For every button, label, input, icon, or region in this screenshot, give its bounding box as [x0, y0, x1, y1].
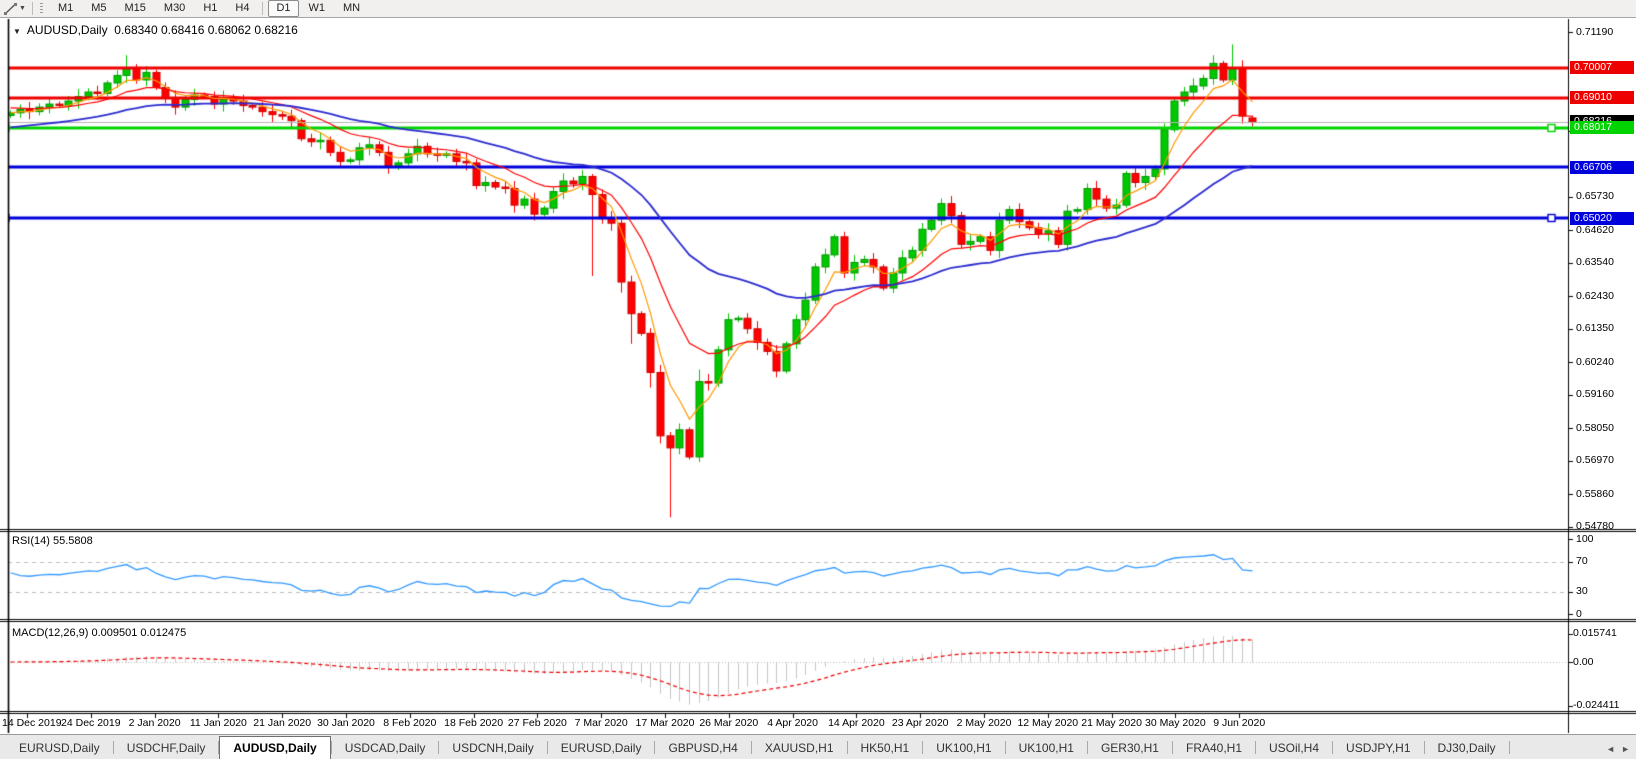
date-axis-label: 27 Feb 2020 — [508, 717, 567, 729]
price-axis-tick: 0.62430 — [1576, 290, 1614, 303]
timeframe-button-w1[interactable]: W1 — [301, 0, 334, 17]
chart-tab-eurusd-daily[interactable]: EURUSD,Daily — [548, 738, 655, 758]
date-axis-label: 8 Feb 2020 — [383, 717, 436, 729]
timeframe-button-m5[interactable]: M5 — [83, 0, 114, 17]
chart-tab-usdchf-daily[interactable]: USDCHF,Daily — [114, 738, 219, 758]
draw-tool-icon[interactable] — [3, 2, 18, 16]
date-axis-label: 14 Dec 2019 — [2, 717, 62, 729]
date-axis-label: 9 Jun 2020 — [1213, 717, 1265, 729]
price-axis-tick: 0.61350 — [1576, 322, 1614, 335]
toolbar-dropdown-caret[interactable]: ▼ — [19, 5, 26, 12]
chart-tab-ger30-h1[interactable]: GER30,H1 — [1088, 738, 1172, 758]
macd-axis-tick: 0.015741 — [1573, 627, 1617, 640]
hline-price-label: 0.65020 — [1570, 212, 1634, 225]
chart-tab-usdcad-daily[interactable]: USDCAD,Daily — [332, 738, 439, 758]
macd-axis-tick: -0.024411 — [1573, 699, 1620, 712]
price-axis-tick: 0.63540 — [1576, 256, 1614, 269]
date-axis-label: 12 May 2020 — [1017, 717, 1078, 729]
chart-ohlc-values: 0.68340 0.68416 0.68062 0.68216 — [114, 23, 298, 37]
chart-tab-fra40-h1[interactable]: FRA40,H1 — [1173, 738, 1255, 758]
main-chart-canvas[interactable] — [0, 0, 1636, 759]
hline-price-label: 0.68017 — [1570, 121, 1634, 134]
timeframe-button-m30[interactable]: M30 — [156, 0, 193, 17]
toolbar-grip[interactable] — [40, 3, 43, 15]
chart-tab-gbpusd-h4[interactable]: GBPUSD,H4 — [655, 738, 750, 758]
date-axis-label: 26 Mar 2020 — [699, 717, 758, 729]
rsi-axis-tick: 30 — [1576, 585, 1588, 598]
chart-tab-bar: EURUSD,DailyUSDCHF,DailyAUDUSD,DailyUSDC… — [0, 734, 1636, 759]
macd-indicator-label: MACD(12,26,9) 0.009501 0.012475 — [12, 627, 186, 639]
date-axis-label: 2 May 2020 — [957, 717, 1012, 729]
chart-tab-usdcnh-daily[interactable]: USDCNH,Daily — [439, 738, 546, 758]
date-axis-label: 17 Mar 2020 — [636, 717, 695, 729]
price-axis-tick: 0.65730 — [1576, 190, 1614, 203]
tabs-scroll-right-button[interactable]: ► — [1621, 744, 1630, 754]
hline-price-label: 0.69010 — [1570, 91, 1634, 104]
hline-price-label: 0.66706 — [1570, 161, 1634, 174]
timeframe-button-h4[interactable]: H4 — [227, 0, 257, 17]
date-axis-label: 23 Apr 2020 — [892, 717, 949, 729]
date-axis-label: 30 Jan 2020 — [317, 717, 375, 729]
date-axis-label: 2 Jan 2020 — [129, 717, 181, 729]
date-axis-label: 4 Apr 2020 — [767, 717, 818, 729]
date-axis-label: 7 Mar 2020 — [575, 717, 628, 729]
chart-tab-uk100-h1[interactable]: UK100,H1 — [923, 738, 1004, 758]
chart-tab-eurusd-daily[interactable]: EURUSD,Daily — [6, 738, 113, 758]
price-axis-tick: 0.64620 — [1576, 224, 1614, 237]
date-axis-label: 11 Jan 2020 — [190, 717, 247, 729]
price-axis-tick: 0.55860 — [1576, 488, 1614, 501]
timeframe-button-h1[interactable]: H1 — [195, 0, 225, 17]
terminal-window: ▼ M1M5M15M30H1H4 D1W1MN ▼ AUDUSD,Daily 0.6… — [0, 0, 1636, 759]
chart-tab-xauusd-h1[interactable]: XAUUSD,H1 — [752, 738, 847, 758]
chart-dropdown-icon: ▼ — [13, 27, 21, 36]
date-axis-label: 30 May 2020 — [1145, 717, 1206, 729]
rsi-axis-tick: 0 — [1576, 608, 1582, 621]
rsi-axis-tick: 100 — [1576, 533, 1594, 546]
chart-symbol-label: AUDUSD,Daily — [27, 23, 108, 37]
tabs-scroll-left-button[interactable]: ◄ — [1606, 744, 1615, 754]
date-axis-label: 21 May 2020 — [1081, 717, 1142, 729]
date-axis-label: 18 Feb 2020 — [444, 717, 503, 729]
hline-price-label: 0.70007 — [1570, 61, 1634, 74]
price-axis-tick: 0.54780 — [1576, 520, 1614, 533]
macd-axis-tick: 0.00 — [1573, 656, 1593, 669]
timeframe-button-d1[interactable]: D1 — [268, 0, 298, 17]
rsi-axis-tick: 70 — [1576, 555, 1588, 568]
chart-title: ▼ AUDUSD,Daily 0.68340 0.68416 0.68062 0.… — [13, 23, 298, 37]
date-axis-label: 14 Apr 2020 — [828, 717, 885, 729]
chart-tab-usdjpy-h1[interactable]: USDJPY,H1 — [1333, 738, 1423, 758]
timeframe-button-m1[interactable]: M1 — [50, 0, 81, 17]
chart-tabs: EURUSD,DailyUSDCHF,DailyAUDUSD,DailyUSDC… — [6, 736, 1510, 759]
chart-tab-uk100-h1[interactable]: UK100,H1 — [1006, 738, 1087, 758]
timeframe-button-mn[interactable]: MN — [335, 0, 368, 17]
price-axis-tick: 0.59160 — [1576, 388, 1614, 401]
date-axis-label: 21 Jan 2020 — [253, 717, 311, 729]
price-axis-tick: 0.60240 — [1576, 356, 1614, 369]
chart-tab-dj30-daily[interactable]: DJ30,Daily — [1425, 738, 1509, 758]
chart-tab-audusd-daily[interactable]: AUDUSD,Daily — [219, 736, 330, 759]
toolbar-separator — [32, 2, 33, 15]
price-axis-tick: 0.58050 — [1576, 422, 1614, 435]
date-axis-label: 24 Dec 2019 — [61, 717, 121, 729]
timeframe-button-m15[interactable]: M15 — [117, 0, 154, 17]
price-axis-tick: 0.71190 — [1576, 26, 1613, 39]
timeframe-buttons: M1M5M15M30H1H4 D1W1MN — [49, 0, 369, 17]
tab-separator — [1509, 741, 1510, 754]
rsi-indicator-label: RSI(14) 55.5808 — [12, 535, 93, 547]
chart-tab-hk50-h1[interactable]: HK50,H1 — [848, 738, 923, 758]
price-axis-tick: 0.56970 — [1576, 454, 1614, 467]
timeframe-toolbar: ▼ M1M5M15M30H1H4 D1W1MN — [0, 0, 1636, 18]
chart-tab-usoil-h4[interactable]: USOil,H4 — [1256, 738, 1332, 758]
